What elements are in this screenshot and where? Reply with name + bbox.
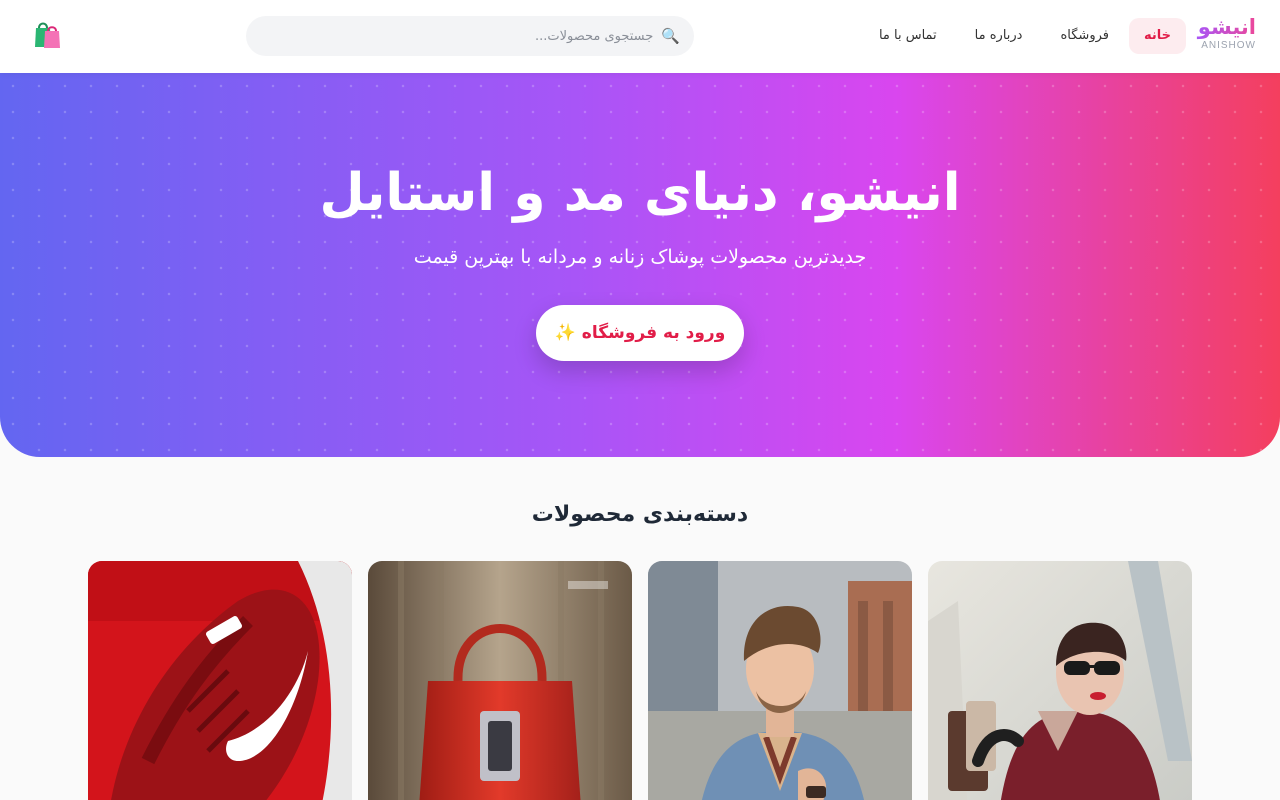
woman-with-sunglasses-image [928, 561, 1192, 800]
main-nav: خانه فروشگاه درباره ما تماس با ما [861, 18, 1186, 54]
bags-category-card[interactable] [368, 561, 632, 800]
red-nike-sneaker-image [88, 561, 352, 800]
nav-item-home[interactable]: خانه [1128, 18, 1186, 54]
hero-banner: انیشو، دنیای مد و استایل جدیدترین محصولا… [0, 73, 1280, 457]
red-leather-handbag-image [368, 561, 632, 800]
women-category-card[interactable] [928, 561, 1192, 800]
search-bar: 🔍 [246, 16, 694, 56]
brand-name: انیشو [1197, 15, 1256, 39]
site-header: انیشو ANISHOW خانه فروشگاه درباره ما تما… [0, 0, 1280, 73]
hero-subtitle: جدیدترین محصولات پوشاک زنانه و مردانه با… [413, 246, 867, 268]
men-category-card[interactable] [648, 561, 912, 800]
nav-item-about[interactable]: درباره ما [957, 18, 1041, 54]
brand-logo[interactable]: انیشو ANISHOW [1196, 14, 1256, 51]
search-input[interactable] [260, 28, 654, 44]
shopping-bags-icon [35, 22, 60, 48]
category-cards [88, 561, 1192, 800]
brand-latin-name: ANISHOW [1201, 40, 1256, 51]
nav-item-contact[interactable]: تماس با ما [861, 18, 955, 54]
shoes-category-card[interactable] [88, 561, 352, 800]
hero-title: انیشو، دنیای مد و استایل [319, 163, 961, 223]
categories-title: دسته‌بندی محصولات [531, 502, 749, 527]
nav-item-shop[interactable]: فروشگاه [1042, 18, 1127, 54]
enter-shop-button[interactable]: ورود به فروشگاه ✨ [536, 305, 744, 361]
man-in-denim-jacket-image [648, 561, 912, 800]
search-icon[interactable]: 🔍 [661, 27, 680, 45]
cart-button[interactable] [32, 18, 62, 50]
